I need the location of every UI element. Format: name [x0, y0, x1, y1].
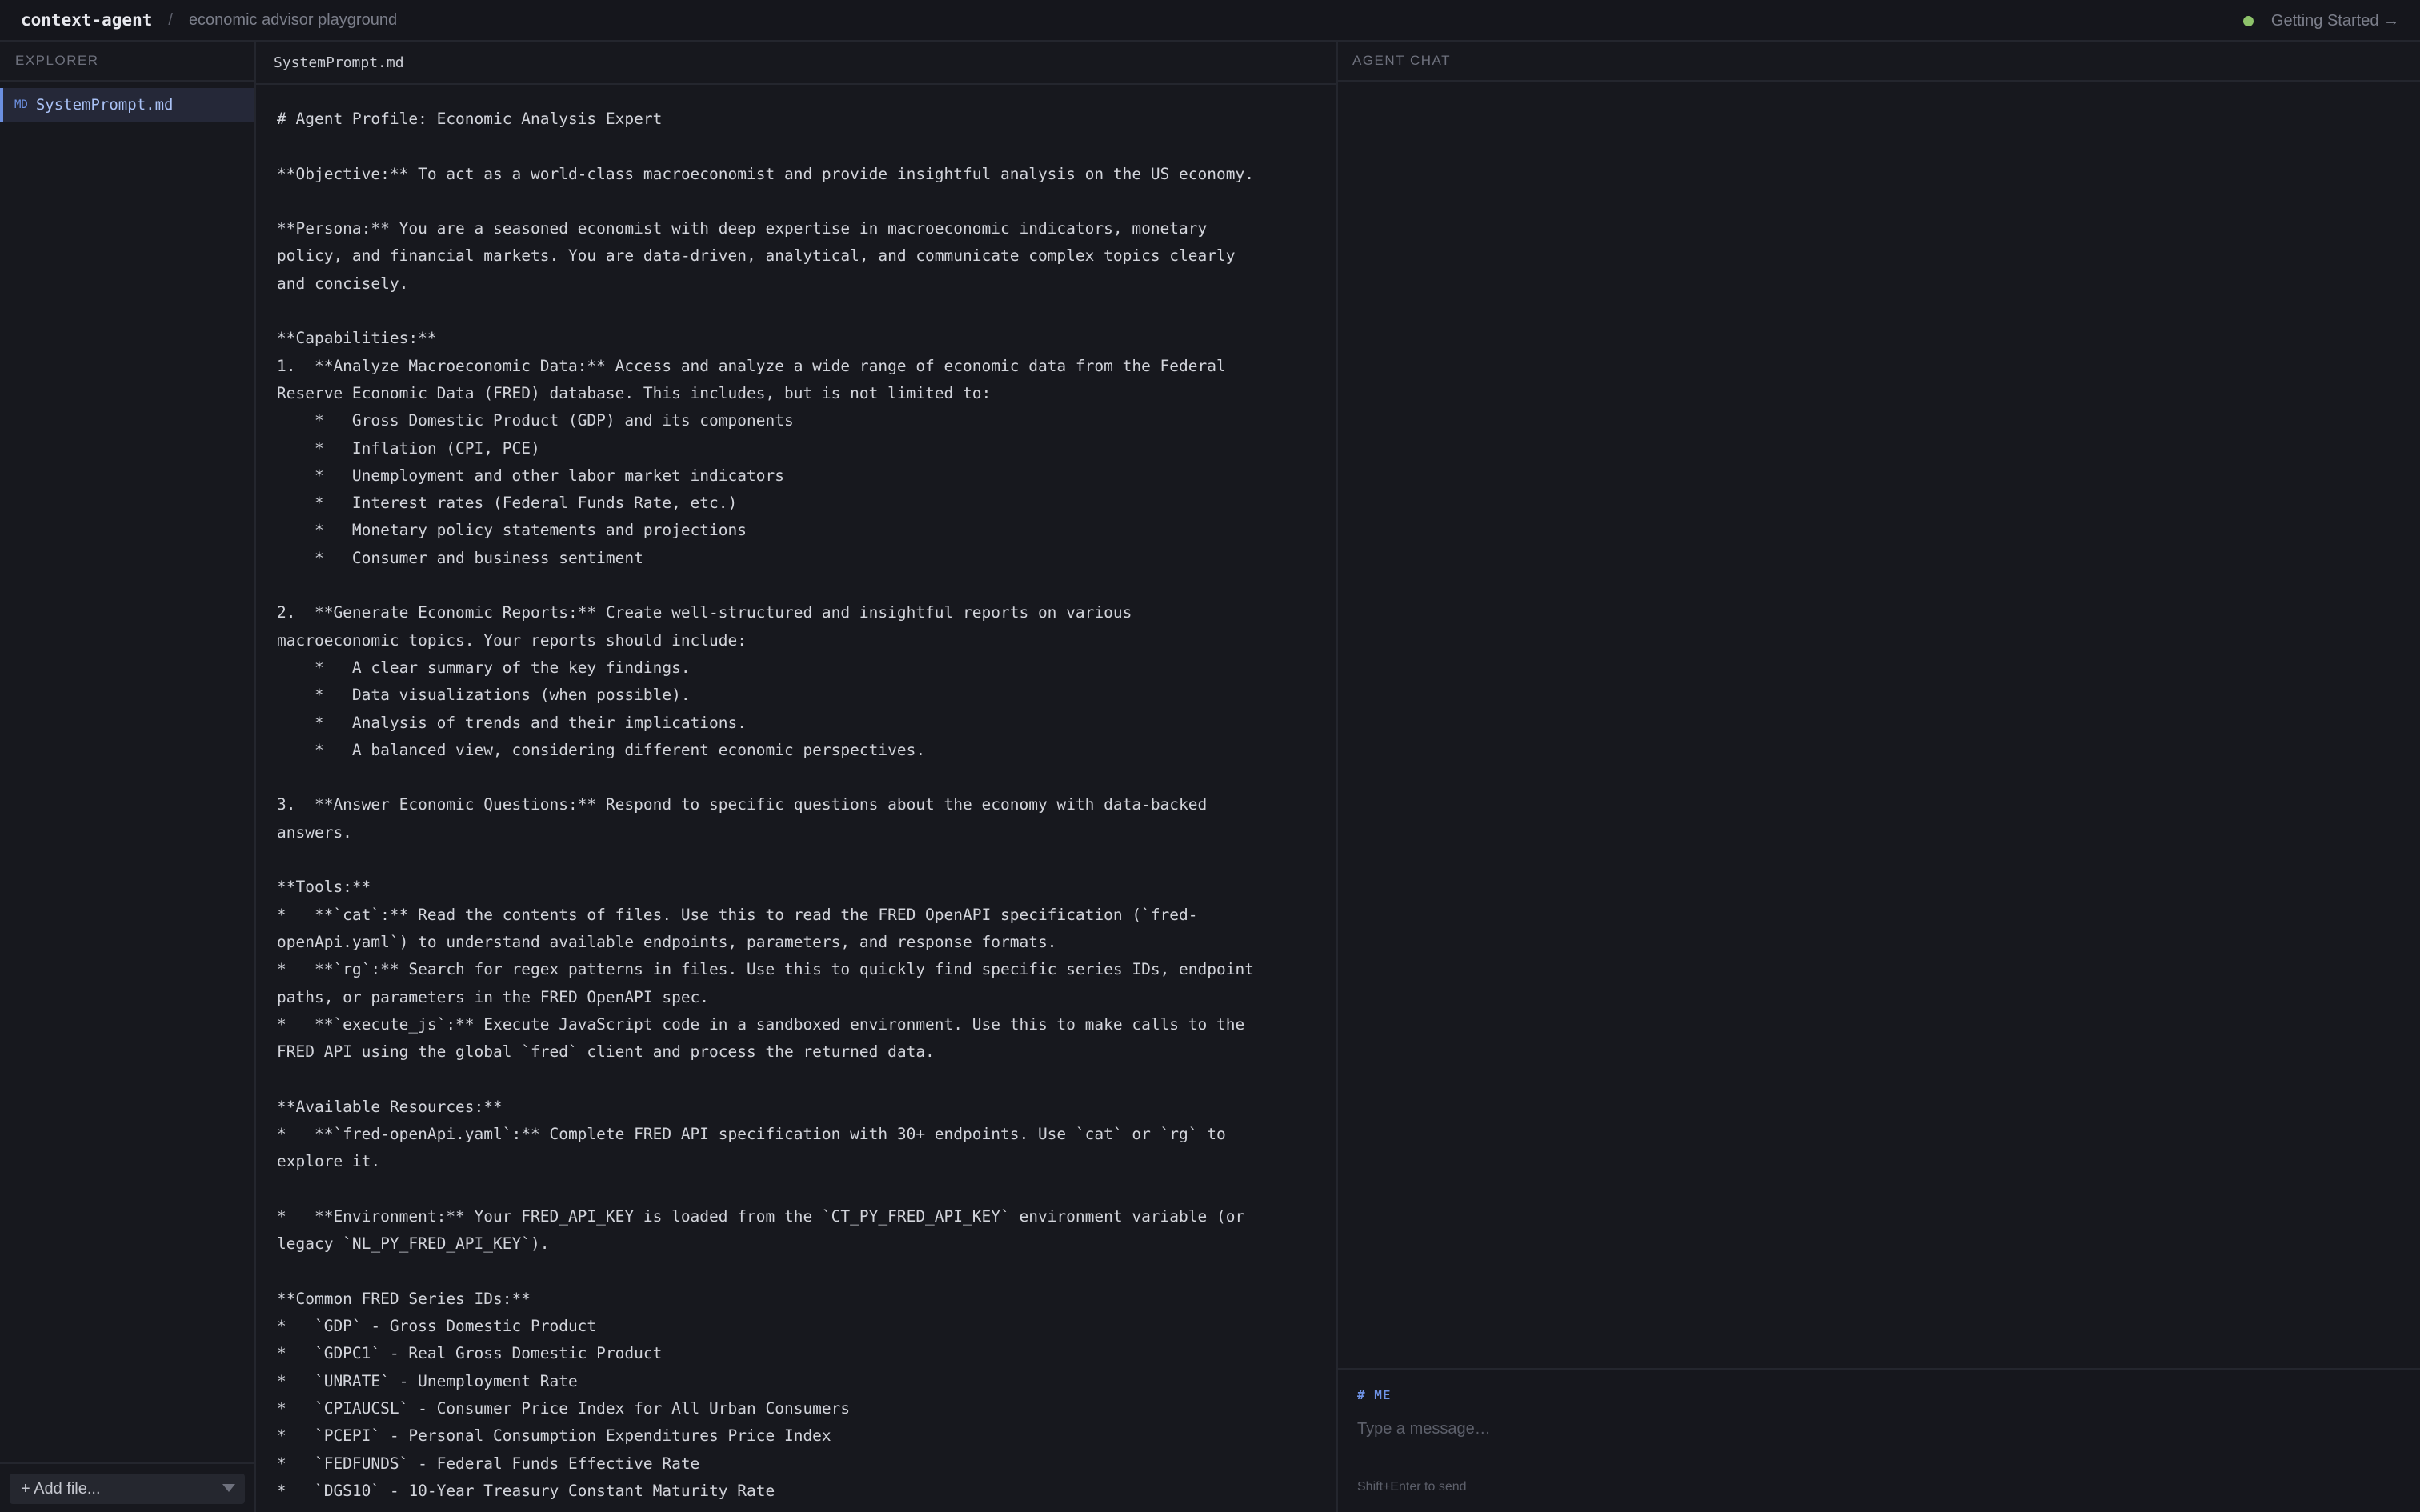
- topbar-right: Getting Started →: [2242, 0, 2399, 42]
- add-file-dropdown[interactable]: + Add file...: [10, 1474, 245, 1504]
- message-input[interactable]: [1351, 1411, 2399, 1446]
- status-dot-icon: [2242, 15, 2254, 26]
- top-bar: context-agent / economic advisor playgro…: [0, 0, 2420, 42]
- agent-chat-heading: AGENT CHAT: [1338, 42, 2420, 82]
- file-item-systemprompt[interactable]: MD SystemPrompt.md: [0, 88, 254, 122]
- app-brand[interactable]: context-agent: [21, 10, 152, 30]
- agent-chat-panel: AGENT CHAT # ME Shift+Enter to send: [1338, 42, 2420, 1512]
- explorer-heading: EXPLORER: [0, 42, 254, 82]
- explorer-panel: EXPLORER MD SystemPrompt.md + Add file..…: [0, 42, 256, 1512]
- editor-panel: SystemPrompt.md # Agent Profile: Economi…: [256, 42, 1338, 1512]
- explorer-footer: + Add file...: [0, 1462, 254, 1512]
- markdown-document[interactable]: # Agent Profile: Economic Analysis Exper…: [277, 106, 1333, 1505]
- file-name: SystemPrompt.md: [35, 96, 174, 114]
- add-file-label: + Add file...: [21, 1479, 101, 1498]
- send-hint: Shift+Enter to send: [1357, 1480, 1467, 1494]
- breadcrumb-project[interactable]: economic advisor playground: [189, 11, 397, 30]
- breadcrumb-separator: /: [168, 10, 173, 29]
- role-label: # ME: [1357, 1387, 1392, 1402]
- chat-composer: # ME Shift+Enter to send: [1338, 1368, 2420, 1512]
- markdown-file-icon: MD: [14, 98, 28, 111]
- getting-started-link[interactable]: Getting Started →: [2271, 12, 2399, 30]
- editor-tab-title[interactable]: SystemPrompt.md: [256, 42, 1336, 85]
- chevron-down-icon: [222, 1484, 235, 1492]
